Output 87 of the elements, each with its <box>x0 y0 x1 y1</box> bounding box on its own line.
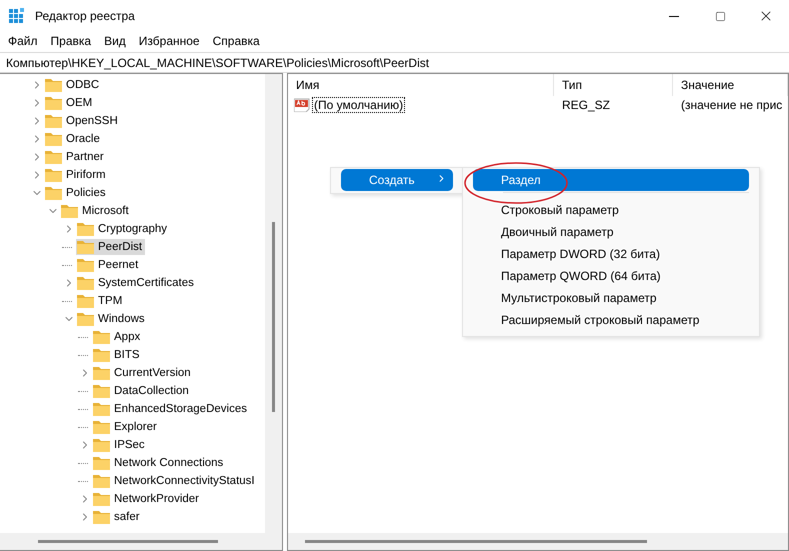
column-header[interactable]: Значение <box>673 74 788 96</box>
folder-icon <box>61 204 78 218</box>
tree-connector-line <box>78 480 88 482</box>
folder-icon <box>45 114 62 128</box>
tree-item[interactable]: NetworkProvider <box>92 491 202 507</box>
tree-connector-line <box>78 408 88 410</box>
registry-editor-icon <box>9 8 25 24</box>
horizontal-scrollbar[interactable] <box>0 533 282 550</box>
folder-icon <box>77 312 94 326</box>
string-value-icon <box>294 98 310 112</box>
tree-item[interactable]: Network Connections <box>92 455 226 471</box>
horizontal-scrollbar[interactable] <box>288 533 788 550</box>
tree-item[interactable]: OpenSSH <box>44 113 121 129</box>
tree-item[interactable]: NetworkConnectivityStatusI <box>92 473 258 489</box>
folder-icon <box>93 420 110 434</box>
folder-icon <box>93 366 110 380</box>
tree-item[interactable]: Explorer <box>92 419 160 435</box>
folder-icon <box>45 186 62 200</box>
menu-item[interactable]: Мультистроковый параметр <box>473 287 749 309</box>
maximize-icon <box>714 10 726 22</box>
folder-icon <box>93 492 110 506</box>
tree-item[interactable]: Partner <box>44 149 107 165</box>
folder-icon <box>77 258 94 272</box>
tree-item[interactable]: Microsoft <box>60 203 132 219</box>
tree-item[interactable]: DataCollection <box>92 383 192 399</box>
tree-item[interactable]: IPSec <box>92 437 148 453</box>
tree-item[interactable]: Oracle <box>44 131 103 147</box>
tree-item[interactable]: Piriform <box>44 167 109 183</box>
table-cell-text: (значение не прис <box>680 98 784 112</box>
tree-connector-line <box>62 246 72 248</box>
folder-icon <box>45 132 62 146</box>
menu-item[interactable]: Вид <box>98 34 133 48</box>
folder-icon <box>93 330 110 344</box>
folder-icon <box>45 168 62 182</box>
tree-item[interactable]: Peernet <box>76 257 142 273</box>
folder-icon <box>93 402 110 416</box>
menu-item[interactable]: Параметр DWORD (32 бита) <box>473 243 749 265</box>
folder-icon <box>45 96 62 110</box>
folder-icon <box>45 78 62 92</box>
folder-icon <box>77 222 94 236</box>
tree-connector-line <box>78 426 88 428</box>
tree-connector-line <box>62 300 72 302</box>
tree-connector-line <box>62 264 72 266</box>
menu-item[interactable]: Файл <box>2 34 45 48</box>
tree-item[interactable]: ODBC <box>44 77 102 93</box>
tree-item[interactable]: BITS <box>92 347 143 363</box>
vertical-scrollbar[interactable] <box>265 74 282 533</box>
folder-icon <box>93 384 110 398</box>
menu-item[interactable]: Раздел <box>473 169 749 191</box>
tree-item[interactable]: safer <box>92 509 143 525</box>
tree-item[interactable]: Cryptography <box>76 221 170 237</box>
menu-item[interactable]: Создать <box>341 169 453 191</box>
menu-item[interactable]: Правка <box>44 34 98 48</box>
folder-icon <box>93 438 110 452</box>
menu-item[interactable]: Параметр QWORD (64 бита) <box>473 265 749 287</box>
column-header[interactable]: Имя <box>288 74 554 96</box>
tree-item[interactable]: PeerDist <box>76 239 146 255</box>
folder-icon <box>45 150 62 164</box>
folder-icon <box>77 240 94 254</box>
tree-item[interactable]: Policies <box>44 185 109 201</box>
menu-item[interactable]: Избранное <box>132 34 207 48</box>
tree-item[interactable]: SystemCertificates <box>76 275 197 291</box>
folder-icon <box>77 294 94 308</box>
folder-icon <box>93 510 110 524</box>
folder-icon <box>93 348 110 362</box>
menu-item[interactable]: Двоичный параметр <box>473 221 749 243</box>
tree-connector-line <box>78 354 88 356</box>
folder-icon <box>93 474 110 488</box>
table-cell-text: REG_SZ <box>561 98 612 112</box>
tree-item[interactable]: OEM <box>44 95 96 111</box>
tree-item[interactable]: CurrentVersion <box>92 365 194 381</box>
tree-connector-line <box>78 336 88 338</box>
tree-item[interactable]: Windows <box>76 311 148 327</box>
address-field[interactable]: Компьютер\HKEY_LOCAL_MACHINE\SOFTWARE\Policies\Microsoft\PeerDist <box>0 52 789 73</box>
tree-item[interactable]: Appx <box>92 329 144 345</box>
tree-connector-line <box>78 462 88 464</box>
window-title: Редактор реестра <box>35 9 136 23</box>
table-cell: (По умолчанию) <box>312 97 406 113</box>
tree-connector-line <box>78 390 88 392</box>
folder-icon <box>93 456 110 470</box>
menu-item[interactable]: Расширяемый строковый параметр <box>473 309 749 331</box>
column-header[interactable]: Тип <box>554 74 673 96</box>
menu-item[interactable]: Справка <box>206 34 267 48</box>
menu-item[interactable]: Строковый параметр <box>473 199 749 221</box>
folder-icon <box>77 276 94 290</box>
tree-item[interactable]: EnhancedStorageDevices <box>92 401 250 417</box>
tree-item[interactable]: TPM <box>76 293 126 309</box>
